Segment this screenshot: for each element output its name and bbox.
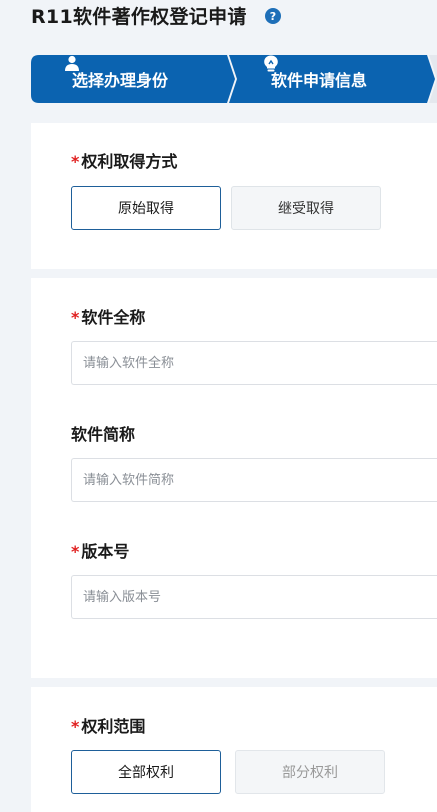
rights-acquisition-label: * 权利取得方式: [71, 151, 177, 173]
required-mark: *: [71, 542, 80, 561]
software-short-name-input[interactable]: [71, 458, 437, 502]
help-icon[interactable]: ?: [265, 8, 281, 24]
required-mark: *: [71, 717, 80, 736]
software-full-name-label: * 软件全称: [71, 307, 145, 329]
step-navigation: 选择办理身份 软件申请信息: [31, 55, 437, 103]
rights-scope-card: * 权利范围 全部权利 部分权利: [31, 687, 437, 812]
option-partial-rights[interactable]: 部分权利: [235, 750, 385, 794]
step-label: 选择办理身份: [72, 71, 169, 90]
option-original-acquisition[interactable]: 原始取得: [71, 186, 221, 230]
software-full-name-input[interactable]: [71, 341, 437, 385]
label-text: 权利取得方式: [81, 152, 178, 171]
label-text: 权利范围: [81, 717, 146, 736]
rights-scope-label: * 权利范围: [71, 716, 145, 738]
required-mark: *: [71, 152, 80, 171]
option-all-rights[interactable]: 全部权利: [71, 750, 221, 794]
rights-acquisition-card: * 权利取得方式 原始取得 继受取得: [31, 123, 437, 269]
required-mark: *: [71, 308, 80, 327]
step-label: 软件申请信息: [271, 71, 368, 90]
label-text: 软件全称: [81, 308, 146, 327]
option-inherited-acquisition[interactable]: 继受取得: [231, 186, 381, 230]
step-select-identity[interactable]: 选择办理身份: [64, 55, 168, 103]
version-label: * 版本号: [71, 541, 129, 563]
label-text: 版本号: [81, 542, 130, 561]
software-short-name-label: 软件简称: [71, 425, 136, 444]
software-info-card: *软件全称 软件简称 *版本号: [31, 278, 437, 678]
version-input[interactable]: [71, 575, 437, 619]
page-title: R11软件著作权登记申请: [31, 6, 247, 28]
step-software-info[interactable]: 软件申请信息: [263, 55, 367, 103]
